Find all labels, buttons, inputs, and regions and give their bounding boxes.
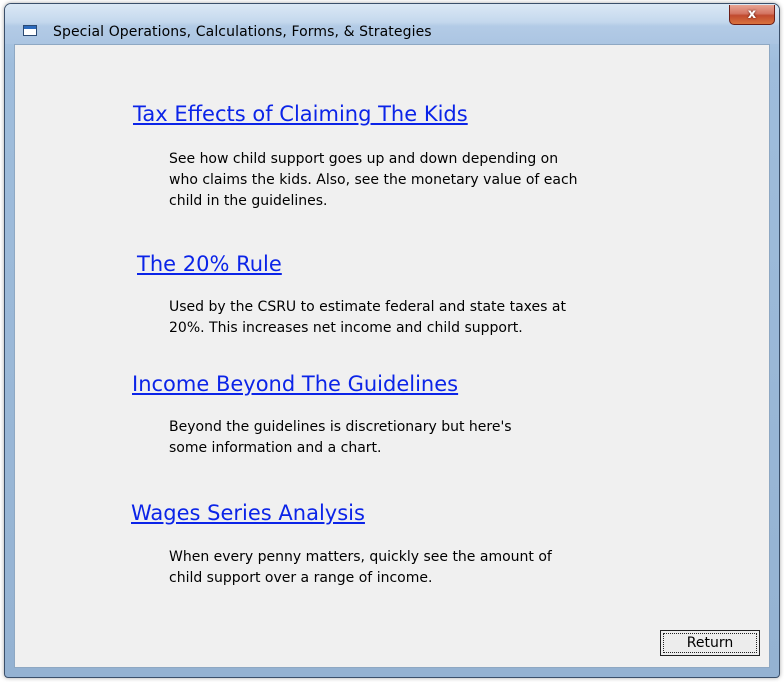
title-bar[interactable]: Special Operations, Calculations, Forms,… [5,4,779,44]
link-20-percent-rule[interactable]: The 20% Rule [137,252,282,276]
window-icon [23,25,37,36]
description-tax-effects: See how child support goes up and down d… [169,151,578,209]
close-icon: x [747,7,757,22]
link-income-beyond-guidelines[interactable]: Income Beyond The Guidelines [132,372,458,396]
link-tax-effects[interactable]: Tax Effects of Claiming The Kids [133,102,468,126]
return-button-label: Return [663,633,757,653]
client-area: Tax Effects of Claiming The Kids See how… [14,44,770,668]
description-20-percent-rule: Used by the CSRU to estimate federal and… [169,299,566,336]
close-button[interactable]: x [729,5,775,25]
description-wages-series-analysis: When every penny matters, quickly see th… [169,549,552,586]
description-income-beyond-guidelines: Beyond the guidelines is discretionary b… [169,419,512,456]
window-title: Special Operations, Calculations, Forms,… [53,24,432,40]
link-wages-series-analysis[interactable]: Wages Series Analysis [131,501,365,525]
dialog-window: Special Operations, Calculations, Forms,… [4,3,780,678]
return-button[interactable]: Return [660,630,760,656]
